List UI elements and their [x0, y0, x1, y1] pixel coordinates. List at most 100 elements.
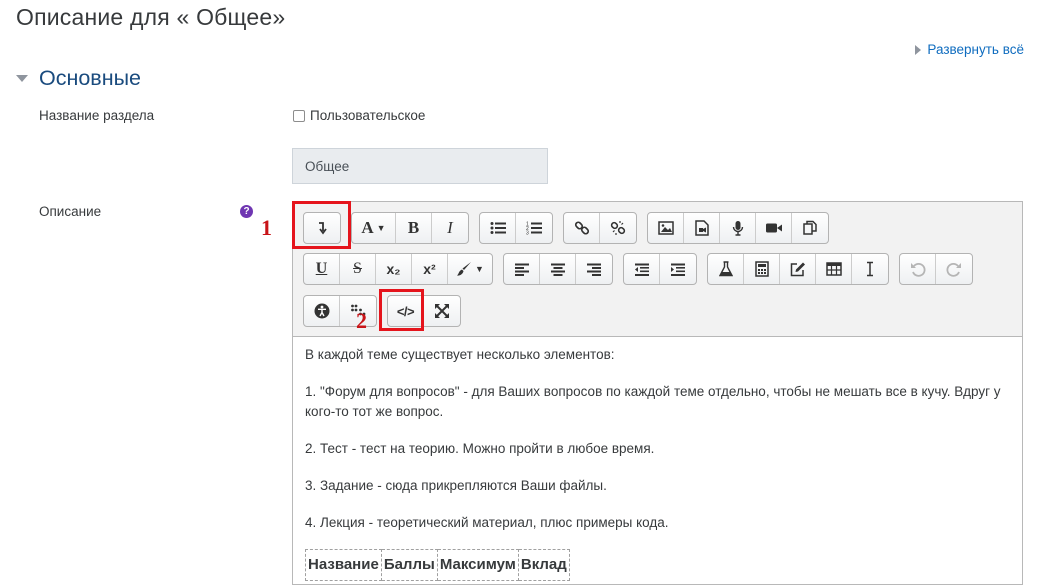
calculator-icon [754, 261, 769, 277]
outdent-icon [634, 263, 649, 276]
video-camera-icon [765, 223, 782, 233]
ordered-list-icon: 123 [526, 222, 542, 236]
align-left-icon [514, 263, 529, 276]
special-chars-button[interactable] [744, 254, 780, 284]
strikethrough-button[interactable]: S [340, 254, 376, 284]
manage-files-icon [803, 220, 817, 235]
dropdown-arrow-icon: ▼ [475, 264, 484, 274]
underline-button[interactable]: U [304, 254, 340, 284]
toolbar-group-format: U S x₂ x² ▼ [303, 253, 493, 285]
help-icon[interactable]: ? [240, 205, 253, 218]
strikethrough-icon: S [353, 260, 362, 277]
collapse-caret-icon [16, 75, 28, 82]
indent-button[interactable] [660, 254, 696, 284]
table-header-cell: Баллы [380, 549, 438, 581]
annotation-box-1 [292, 201, 351, 249]
subscript-button[interactable]: x₂ [376, 254, 412, 284]
accessibility-checker-button[interactable] [304, 296, 340, 326]
dropdown-arrow-icon: ▼ [376, 223, 386, 233]
record-audio-button[interactable] [720, 213, 756, 243]
bold-icon: B [407, 218, 420, 237]
redo-button[interactable] [936, 254, 972, 284]
checkbox-box[interactable] [293, 109, 305, 122]
bold-button[interactable]: B [396, 213, 432, 243]
expand-caret-icon [915, 44, 922, 55]
toolbar-group-indent [623, 253, 697, 285]
ordered-list-button[interactable]: 123 [516, 213, 552, 243]
outdent-button[interactable] [624, 254, 660, 284]
custom-checkbox-label: Пользовательское [310, 108, 426, 123]
paintbrush-icon [457, 262, 472, 276]
toolbar-group-links [563, 212, 637, 244]
content-paragraph: 1. "Форум для вопросов" - для Ваших вопр… [305, 384, 1001, 419]
fullscreen-button[interactable] [424, 296, 460, 326]
image-button[interactable] [648, 213, 684, 243]
underline-icon: U [315, 260, 328, 277]
align-right-icon [587, 263, 601, 276]
undo-button[interactable] [900, 254, 936, 284]
toolbar-group-text: A ▼ B I [351, 212, 469, 244]
align-left-button[interactable] [504, 254, 540, 284]
text-cursor-icon [867, 261, 873, 277]
toolbar-group-insert [707, 253, 889, 285]
font-style-button[interactable]: A ▼ [352, 213, 396, 243]
edit-table-button[interactable] [780, 254, 816, 284]
section-name-input[interactable]: Общее [292, 148, 548, 184]
undo-icon [910, 262, 925, 277]
media-button[interactable] [684, 213, 720, 243]
align-center-icon [550, 263, 565, 276]
page-title: Описание для « Общее» [16, 4, 286, 30]
table-header-cell: Максимум [436, 549, 519, 581]
image-icon [657, 221, 674, 235]
font-color-button[interactable]: ▼ [448, 254, 492, 284]
record-video-button[interactable] [756, 213, 792, 243]
link-icon [574, 221, 589, 235]
content-paragraph: 4. Лекция - теоретический материал, плюс… [305, 515, 669, 530]
align-right-button[interactable] [576, 254, 612, 284]
equation-button[interactable] [708, 254, 744, 284]
italic-button[interactable]: I [432, 213, 468, 243]
unlink-icon [610, 221, 626, 235]
table-header-cell: Название [305, 549, 382, 581]
media-file-icon [694, 220, 709, 236]
custom-name-checkbox[interactable]: Пользовательское [293, 108, 425, 123]
italic-icon: I [447, 218, 453, 237]
svg-text:3: 3 [526, 231, 529, 236]
expand-all-link[interactable]: Развернуть всё [915, 42, 1024, 57]
section-name-value: Общее [305, 158, 350, 174]
description-label: Описание [39, 204, 102, 219]
editor-content-area[interactable]: В каждой теме существует несколько элеме… [293, 336, 1022, 584]
superscript-button[interactable]: x² [412, 254, 448, 284]
manage-files-button[interactable] [792, 213, 828, 243]
section-title: Основные [39, 66, 142, 90]
subscript-icon: x₂ [386, 261, 401, 277]
annotation-number-2: 2 [356, 308, 367, 333]
superscript-icon: x² [423, 261, 436, 277]
unlink-button[interactable] [600, 213, 636, 243]
toolbar-group-align [503, 253, 613, 285]
section-toggle-general[interactable]: Основные [16, 66, 141, 91]
content-paragraph: 2. Тест - тест на теорию. Можно пройти в… [305, 441, 655, 456]
content-paragraph: В каждой теме существует несколько элеме… [305, 347, 615, 362]
align-center-button[interactable] [540, 254, 576, 284]
toolbar-group-media [647, 212, 829, 244]
toolbar-group-lists: 123 [479, 212, 553, 244]
toolbar-row-1: A ▼ B I 123 [303, 212, 829, 244]
annotation-number-1: 1 [261, 215, 272, 240]
font-style-icon: A [361, 218, 374, 237]
table-header-row: Название Баллы Максимум Вклад [305, 549, 570, 581]
annotation-box-2 [379, 289, 424, 331]
toolbar-group-history [899, 253, 973, 285]
toolbar-row-2: U S x₂ x² ▼ [303, 253, 973, 285]
table-header-cell: Вклад [517, 549, 570, 581]
indent-icon [671, 263, 685, 276]
link-button[interactable] [564, 213, 600, 243]
clear-formatting-button[interactable] [852, 254, 888, 284]
table-button[interactable] [816, 254, 852, 284]
section-name-label: Название раздела [39, 108, 155, 123]
unordered-list-icon [490, 222, 506, 234]
unordered-list-button[interactable] [480, 213, 516, 243]
expand-arrows-icon [435, 304, 449, 318]
atto-editor: A ▼ B I 123 U S x₂ x² ▼ </> В каждой тем… [292, 201, 1023, 585]
accessibility-icon [314, 303, 329, 319]
